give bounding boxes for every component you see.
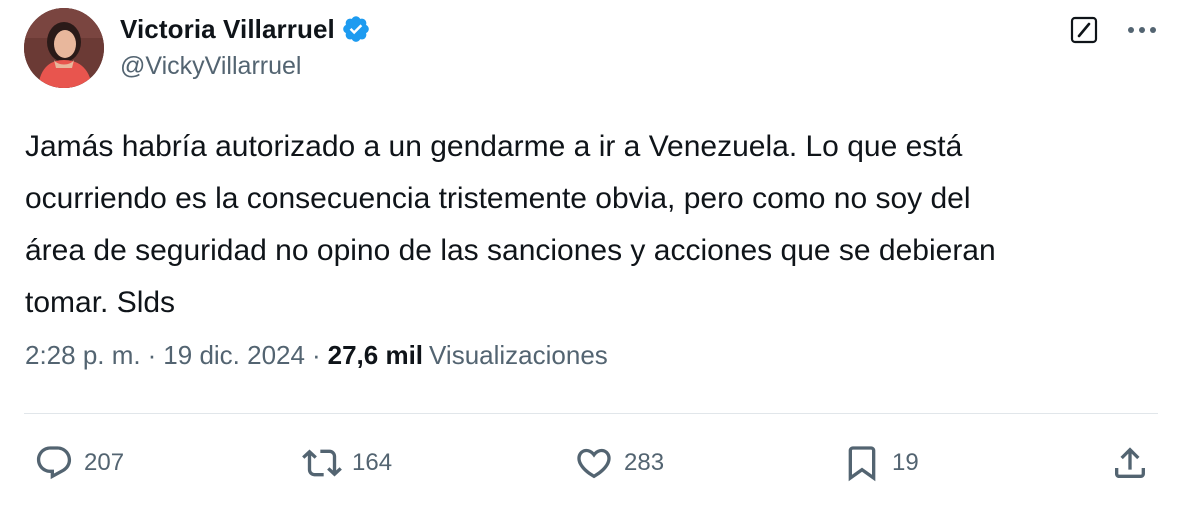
bookmark-icon xyxy=(848,446,876,482)
verified-badge-icon[interactable] xyxy=(341,14,371,44)
more-icon[interactable] xyxy=(1124,12,1160,48)
meta-separator: · xyxy=(311,340,321,370)
views-label[interactable]: Visualizaciones xyxy=(429,340,608,371)
bookmark-count: 19 xyxy=(892,449,919,476)
display-name[interactable]: Victoria Villarruel xyxy=(120,14,335,45)
author-block: Victoria Villarruel @VickyVillarruel xyxy=(120,10,371,81)
tweet-card: Victoria Villarruel @VickyVillarruel Jam… xyxy=(0,0,1200,510)
repost-button[interactable]: 164 xyxy=(302,440,392,486)
post-time[interactable]: 2:28 p. m. xyxy=(25,340,141,371)
repost-count: 164 xyxy=(352,449,393,476)
post-meta: 2:28 p. m. · 19 dic. 2024 · 27,6 mil Vis… xyxy=(25,340,608,371)
meta-separator: · xyxy=(147,340,157,370)
share-button[interactable] xyxy=(1110,440,1150,486)
like-icon xyxy=(577,448,611,479)
reply-icon xyxy=(36,446,72,480)
avatar-image xyxy=(24,8,104,88)
post-date[interactable]: 19 dic. 2024 xyxy=(163,340,305,371)
share-icon xyxy=(1115,447,1145,478)
reply-count: 207 xyxy=(84,449,125,476)
views-count[interactable]: 27,6 mil xyxy=(328,340,423,371)
handle[interactable]: @VickyVillarruel xyxy=(120,52,371,81)
repost-icon xyxy=(302,449,342,477)
like-count: 283 xyxy=(624,449,665,476)
action-bar: 207 164 283 19 xyxy=(0,440,1200,490)
divider xyxy=(24,413,1158,414)
like-button[interactable]: 283 xyxy=(574,440,664,486)
reply-button[interactable]: 207 xyxy=(34,440,124,486)
avatar[interactable] xyxy=(24,8,104,88)
top-actions xyxy=(1066,12,1160,48)
bookmark-button[interactable]: 19 xyxy=(842,440,919,486)
name-row: Victoria Villarruel xyxy=(120,10,371,48)
grok-icon[interactable] xyxy=(1066,12,1102,48)
post-text: Jamás habría autorizado a un gendarme a … xyxy=(25,130,996,319)
